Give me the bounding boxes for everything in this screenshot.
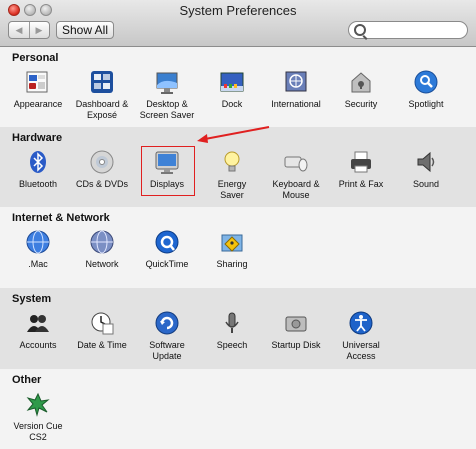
forward-button[interactable]: ▶: [29, 22, 49, 38]
pref-sound[interactable]: Sound: [394, 149, 458, 190]
pref-international[interactable]: International: [264, 69, 328, 110]
pref-startup-disk[interactable]: Startup Disk: [264, 310, 328, 351]
date-time-icon: [89, 310, 115, 336]
section-title-other: Other: [12, 374, 42, 386]
pref-label: Energy Saver: [217, 179, 247, 200]
dock-icon: [219, 69, 245, 95]
international-icon: [283, 69, 309, 95]
pref-label: .Mac: [28, 259, 48, 269]
back-button[interactable]: ◀: [9, 22, 30, 38]
keyboard-mouse-icon: [283, 149, 309, 175]
pref-print-fax[interactable]: Print & Fax: [329, 149, 393, 190]
pref-dot-mac[interactable]: .Mac: [6, 229, 70, 270]
section-internet-network: Internet & Network .Mac Network QuickTim…: [0, 207, 476, 288]
pref-label: International: [271, 99, 321, 109]
quicktime-icon: [154, 229, 180, 255]
spotlight-icon: [413, 69, 439, 95]
speech-icon: [219, 310, 245, 336]
search-input[interactable]: [369, 23, 467, 39]
search-field[interactable]: [348, 21, 468, 39]
sound-icon: [413, 149, 439, 175]
pref-version-cue[interactable]: Version Cue CS2: [6, 391, 70, 443]
pref-label: Dock: [221, 99, 243, 109]
section-system: System Accounts Date & Time Software Upda…: [0, 288, 476, 369]
section-title-personal: Personal: [12, 52, 59, 64]
pref-keyboard-mouse[interactable]: Keyboard & Mouse: [264, 149, 328, 201]
pref-label: Sound: [412, 179, 440, 189]
pref-speech[interactable]: Speech: [200, 310, 264, 351]
section-personal: Personal Appearance Dashboard & Exposé De…: [0, 47, 476, 127]
pref-dashboard-expose[interactable]: Dashboard & Exposé: [70, 69, 134, 121]
title-bar: System Preferences ◀ ▶ Show All: [0, 0, 476, 47]
version-cue-icon: [25, 391, 51, 417]
pref-spotlight[interactable]: Spotlight: [394, 69, 458, 110]
software-update-icon: [154, 310, 180, 336]
pref-bluetooth[interactable]: Bluetooth: [6, 149, 70, 190]
pref-appearance[interactable]: Appearance: [6, 69, 70, 110]
pref-label: Bluetooth: [18, 179, 58, 189]
pref-label: Keyboard & Mouse: [272, 179, 320, 200]
pref-label: Network: [85, 259, 119, 269]
pref-label: Spotlight: [408, 99, 444, 109]
pref-label: Speech: [216, 340, 248, 350]
system-preferences-window: System Preferences ◀ ▶ Show All Personal…: [0, 0, 476, 449]
pref-label: Print & Fax: [338, 179, 384, 189]
pref-energy-saver[interactable]: Energy Saver: [200, 149, 264, 201]
pref-label: Accounts: [19, 340, 57, 350]
pref-label: Appearance: [13, 99, 63, 109]
pref-label: CDs & DVDs: [75, 179, 128, 189]
pref-label: Desktop & Screen Saver: [139, 99, 195, 120]
search-icon: [354, 24, 366, 36]
pref-label: Dashboard & Exposé: [75, 99, 129, 120]
pref-universal-access[interactable]: Universal Access: [329, 310, 393, 362]
startup-disk-icon: [283, 310, 309, 336]
pref-date-time[interactable]: Date & Time: [70, 310, 134, 351]
desktop-screensaver-icon: [154, 69, 180, 95]
accounts-icon: [25, 310, 51, 336]
pref-label: QuickTime: [145, 259, 189, 269]
pref-network[interactable]: Network: [70, 229, 134, 270]
security-icon: [348, 69, 374, 95]
pref-label: Security: [344, 99, 378, 109]
pref-dock[interactable]: Dock: [200, 69, 264, 110]
pref-label: Sharing: [216, 259, 248, 269]
pref-label: Date & Time: [77, 340, 127, 350]
sharing-icon: [219, 229, 245, 255]
section-title-hardware: Hardware: [12, 132, 63, 144]
back-forward-control: ◀ ▶: [8, 21, 50, 39]
section-other: Other Version Cue CS2: [0, 369, 476, 449]
appearance-icon: [25, 69, 51, 95]
pref-label: Universal Access: [342, 340, 380, 361]
bluetooth-icon: [25, 149, 51, 175]
section-title-internet-network: Internet & Network: [12, 212, 110, 224]
annotation-arrow-icon: [197, 126, 270, 143]
pref-label: Startup Disk: [271, 340, 321, 350]
pref-quicktime[interactable]: QuickTime: [135, 229, 199, 270]
universal-access-icon: [348, 310, 374, 336]
pref-label: Version Cue CS2: [13, 421, 63, 442]
section-title-system: System: [12, 293, 52, 305]
dashboard-expose-icon: [89, 69, 115, 95]
mac-icon: [25, 229, 51, 255]
pref-cds-dvds[interactable]: CDs & DVDs: [70, 149, 134, 190]
network-icon: [89, 229, 115, 255]
print-fax-icon: [348, 149, 374, 175]
pref-accounts[interactable]: Accounts: [6, 310, 70, 351]
show-all-button[interactable]: Show All: [56, 21, 114, 39]
pref-desktop-screen-saver[interactable]: Desktop & Screen Saver: [135, 69, 199, 121]
energy-saver-icon: [219, 149, 245, 175]
pref-software-update[interactable]: Software Update: [135, 310, 199, 362]
pref-sharing[interactable]: Sharing: [200, 229, 264, 270]
cds-dvds-icon: [89, 149, 115, 175]
displays-highlight-box: [141, 146, 195, 196]
pref-label: Software Update: [149, 340, 185, 361]
window-title: System Preferences: [179, 3, 297, 18]
pref-security[interactable]: Security: [329, 69, 393, 110]
